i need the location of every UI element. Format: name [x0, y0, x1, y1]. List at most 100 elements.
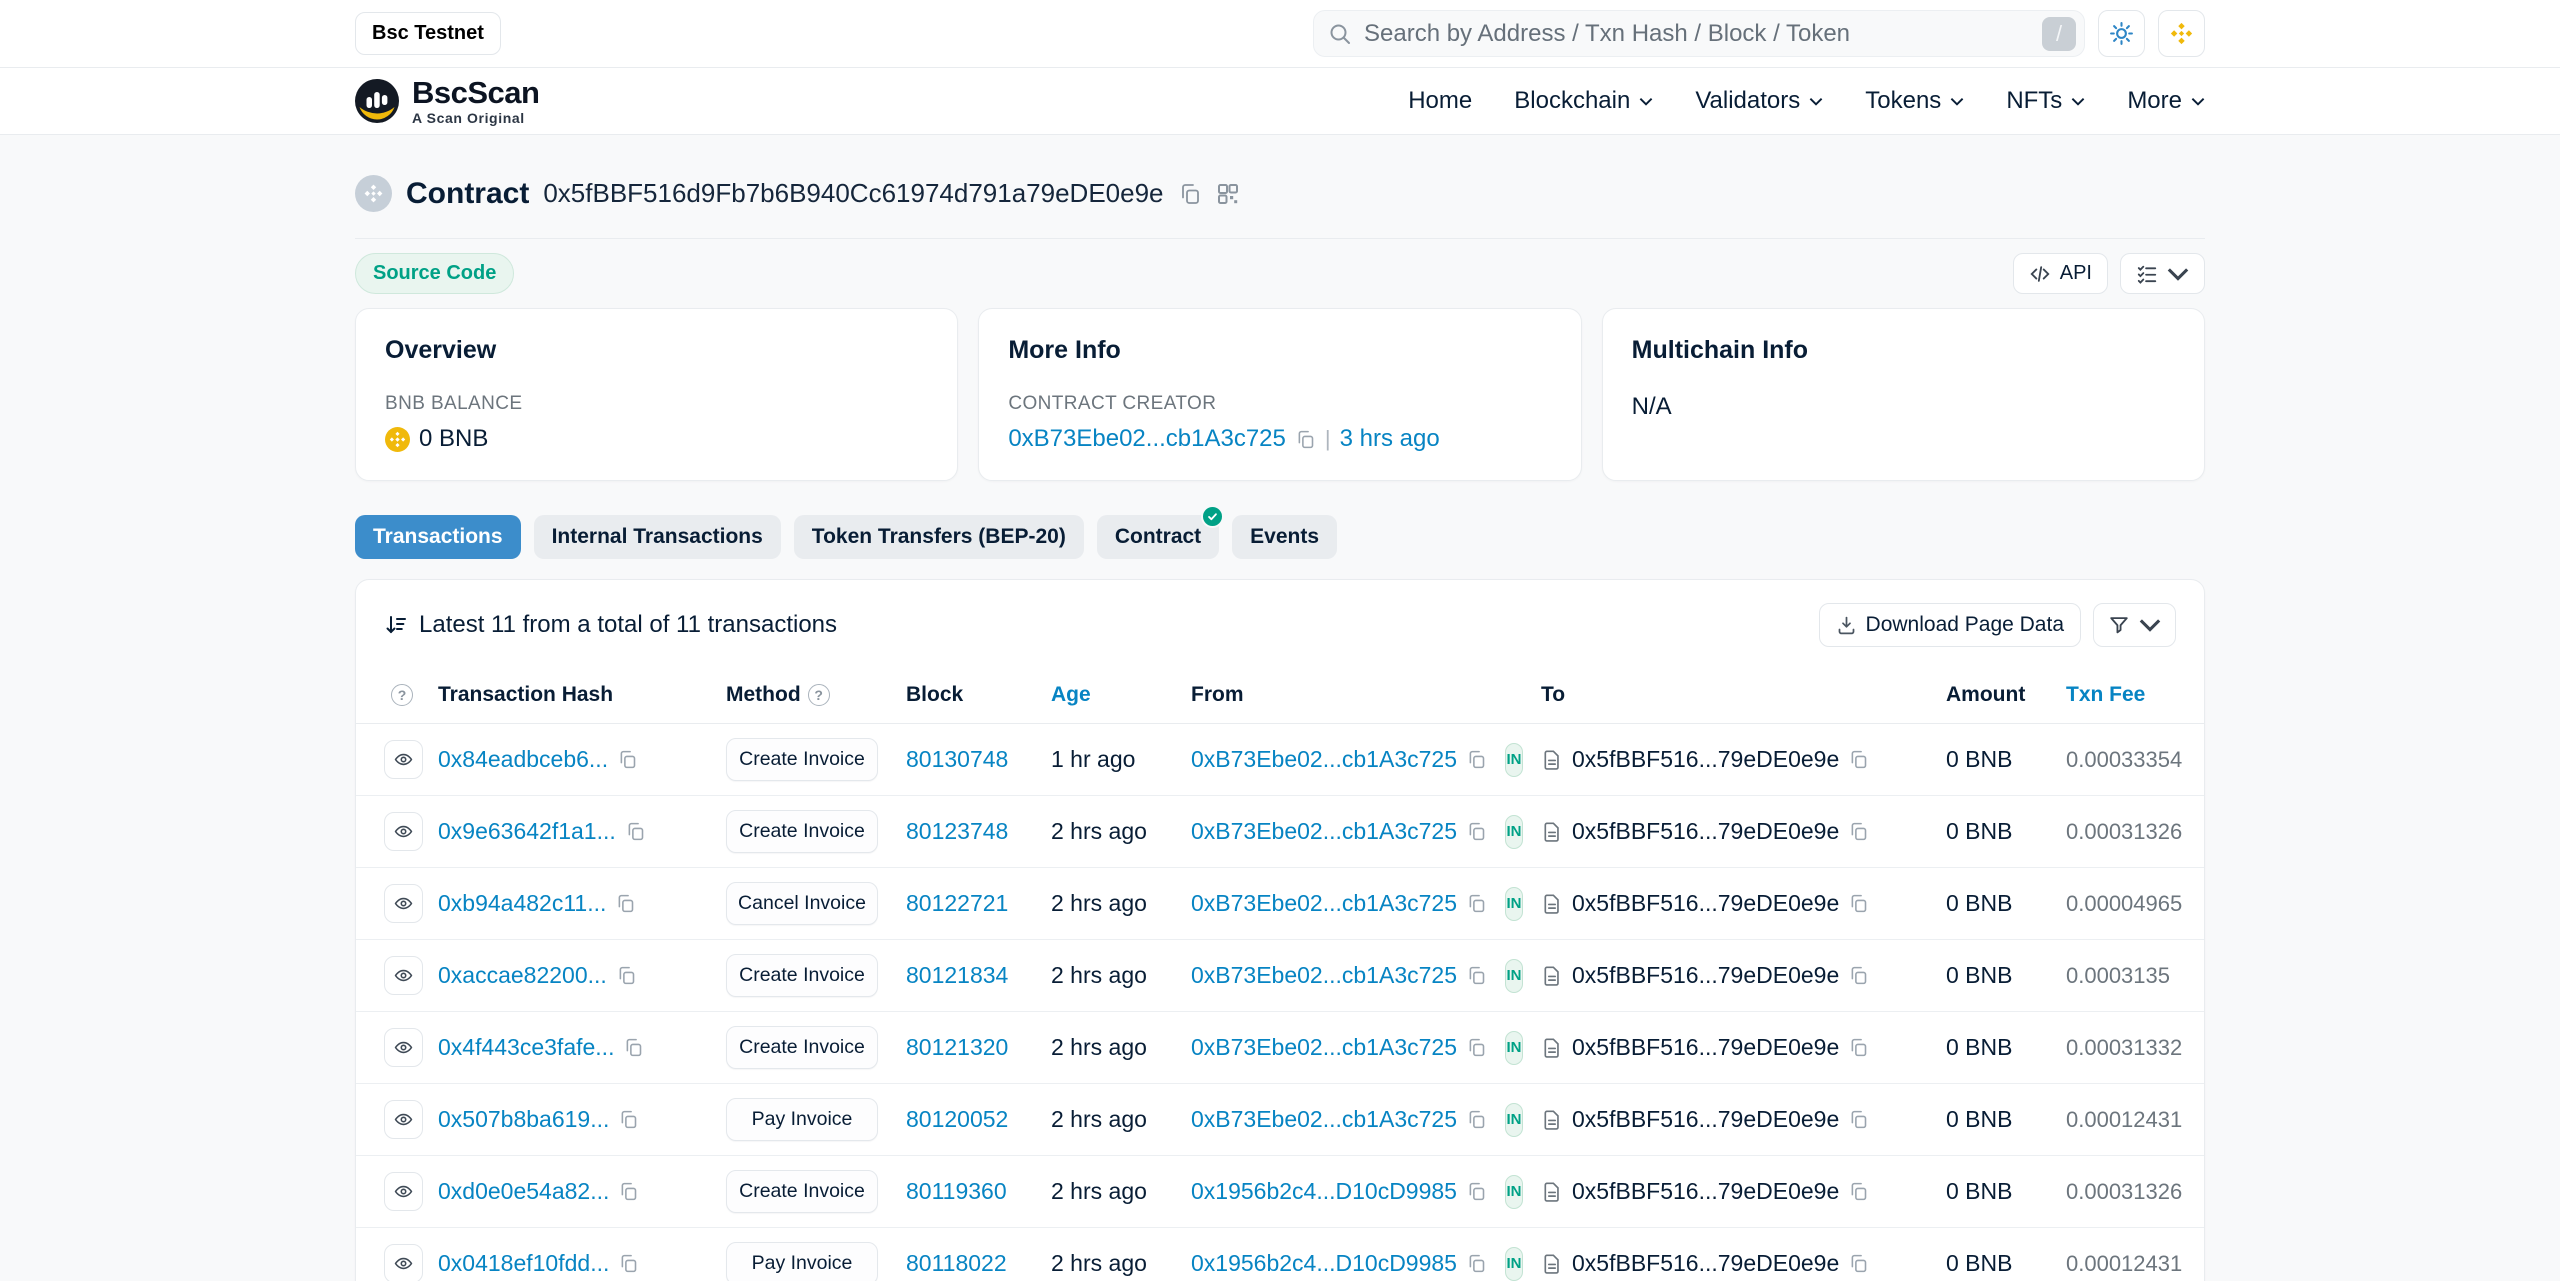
- method-badge[interactable]: Pay Invoice: [726, 1242, 878, 1281]
- copy-to-address-button[interactable]: [1848, 893, 1869, 914]
- copy-from-address-button[interactable]: [1466, 1181, 1487, 1202]
- copy-to-address-button[interactable]: [1848, 1181, 1869, 1202]
- from-address-link[interactable]: 0xB73Ebe02...cb1A3c725: [1191, 746, 1457, 773]
- block-link[interactable]: 80130748: [906, 746, 1008, 772]
- method-badge[interactable]: Pay Invoice: [726, 1098, 878, 1141]
- view-transaction-button[interactable]: [384, 812, 423, 851]
- copy-from-address-button[interactable]: [1466, 965, 1487, 986]
- copy-from-address-button[interactable]: [1466, 1037, 1487, 1058]
- block-link[interactable]: 80121320: [906, 1034, 1008, 1060]
- copy-to-address-button[interactable]: [1848, 1109, 1869, 1130]
- copy-creator-button[interactable]: [1295, 429, 1316, 450]
- view-transaction-button[interactable]: [384, 1100, 423, 1139]
- qr-code-button[interactable]: [1216, 182, 1240, 206]
- nav-item-blockchain[interactable]: Blockchain: [1514, 87, 1653, 115]
- tx-hash-link[interactable]: 0x9e63642f1a1...: [438, 818, 616, 845]
- copy-to-address-button[interactable]: [1848, 1253, 1869, 1274]
- block-link[interactable]: 80123748: [906, 818, 1008, 844]
- tx-hash-link[interactable]: 0xd0e0e54a82...: [438, 1178, 609, 1205]
- filter-button[interactable]: [2093, 603, 2176, 647]
- tx-hash-link[interactable]: 0xaccae82200...: [438, 962, 607, 989]
- tx-hash-link[interactable]: 0x84eadbceb6...: [438, 746, 608, 773]
- copy-from-address-button[interactable]: [1466, 1253, 1487, 1274]
- copy-tx-hash-button[interactable]: [618, 1181, 639, 1202]
- nav-item-tokens[interactable]: Tokens: [1865, 87, 1964, 115]
- block-link[interactable]: 80121834: [906, 962, 1008, 988]
- copy-to-address-button[interactable]: [1848, 965, 1869, 986]
- col-txn-fee[interactable]: Txn Fee: [2066, 667, 2205, 724]
- copy-tx-hash-button[interactable]: [618, 1253, 639, 1274]
- api-button[interactable]: API: [2013, 253, 2108, 294]
- tx-hash-link[interactable]: 0xb94a482c11...: [438, 890, 606, 917]
- tx-hash-link[interactable]: 0x507b8ba619...: [438, 1106, 609, 1133]
- block-link[interactable]: 80119360: [906, 1178, 1007, 1204]
- view-transaction-button[interactable]: [384, 740, 423, 779]
- copy-to-address-button[interactable]: [1848, 1037, 1869, 1058]
- bnb-network-button[interactable]: [2158, 10, 2205, 57]
- nav-item-more[interactable]: More: [2127, 87, 2205, 115]
- view-transaction-button[interactable]: [384, 1172, 423, 1211]
- copy-to-address-button[interactable]: [1848, 749, 1869, 770]
- copy-tx-hash-button[interactable]: [615, 893, 636, 914]
- bscscan-logo[interactable]: BscScan A Scan Original: [355, 77, 539, 125]
- help-icon[interactable]: ?: [808, 684, 830, 706]
- col-transaction-hash: Transaction Hash: [438, 667, 726, 724]
- tx-hash-link[interactable]: 0x4f443ce3fafe...: [438, 1034, 614, 1061]
- copy-tx-hash-button[interactable]: [625, 821, 646, 842]
- tx-hash-link[interactable]: 0x0418ef10fdd...: [438, 1250, 609, 1277]
- nav-item-validators[interactable]: Validators: [1695, 87, 1823, 115]
- tab-contract[interactable]: Contract: [1097, 515, 1219, 559]
- method-badge[interactable]: Create Invoice: [726, 1170, 878, 1213]
- to-address: 0x5fBBF516...79eDE0e9e: [1572, 1106, 1839, 1133]
- download-page-data-button[interactable]: Download Page Data: [1819, 603, 2081, 647]
- method-badge[interactable]: Cancel Invoice: [726, 882, 878, 925]
- copy-tx-hash-button[interactable]: [618, 1109, 639, 1130]
- tab-events[interactable]: Events: [1232, 515, 1337, 559]
- direction-badge: IN: [1505, 1247, 1523, 1281]
- nav-item-home[interactable]: Home: [1408, 87, 1472, 115]
- copy-tx-hash-button[interactable]: [623, 1037, 644, 1058]
- copy-from-address-button[interactable]: [1466, 749, 1487, 770]
- col-age[interactable]: Age: [1051, 667, 1191, 724]
- contract-address: 0x5fBBF516d9Fb7b6B940Cc61974d791a79eDE0e…: [543, 178, 1163, 209]
- method-badge[interactable]: Create Invoice: [726, 738, 878, 781]
- view-transaction-button[interactable]: [384, 1028, 423, 1067]
- from-address-link[interactable]: 0xB73Ebe02...cb1A3c725: [1191, 1106, 1457, 1133]
- network-badge[interactable]: Bsc Testnet: [355, 12, 501, 55]
- from-address-link[interactable]: 0x1956b2c4...D10cD9985: [1191, 1178, 1457, 1205]
- copy-from-address-button[interactable]: [1466, 1109, 1487, 1130]
- help-icon[interactable]: ?: [391, 684, 413, 706]
- from-address-link[interactable]: 0xB73Ebe02...cb1A3c725: [1191, 890, 1457, 917]
- method-badge[interactable]: Create Invoice: [726, 810, 878, 853]
- creator-address-link[interactable]: 0xB73Ebe02...cb1A3c725: [1008, 425, 1286, 453]
- view-transaction-button[interactable]: [384, 1244, 423, 1281]
- copy-tx-hash-button[interactable]: [616, 965, 637, 986]
- block-link[interactable]: 80120052: [906, 1106, 1008, 1132]
- copy-tx-hash-button[interactable]: [617, 749, 638, 770]
- copy-address-button[interactable]: [1178, 182, 1202, 206]
- source-code-badge[interactable]: Source Code: [355, 253, 514, 294]
- method-badge[interactable]: Create Invoice: [726, 954, 878, 997]
- nav-item-nfts[interactable]: NFTs: [2006, 87, 2085, 115]
- to-address: 0x5fBBF516...79eDE0e9e: [1572, 890, 1839, 917]
- display-options-button[interactable]: [2120, 253, 2205, 294]
- from-address-link[interactable]: 0x1956b2c4...D10cD9985: [1191, 1250, 1457, 1277]
- from-address-link[interactable]: 0xB73Ebe02...cb1A3c725: [1191, 1034, 1457, 1061]
- tab-token-transfers[interactable]: Token Transfers (BEP-20): [794, 515, 1084, 559]
- copy-to-address-button[interactable]: [1848, 821, 1869, 842]
- tab-transactions[interactable]: Transactions: [355, 515, 521, 559]
- from-address-link[interactable]: 0xB73Ebe02...cb1A3c725: [1191, 818, 1457, 845]
- search-input[interactable]: Search by Address / Txn Hash / Block / T…: [1313, 10, 2085, 57]
- copy-icon: [1848, 749, 1869, 770]
- copy-from-address-button[interactable]: [1466, 821, 1487, 842]
- block-link[interactable]: 80122721: [906, 890, 1008, 916]
- block-link[interactable]: 80118022: [906, 1250, 1007, 1276]
- view-transaction-button[interactable]: [384, 884, 423, 923]
- tab-internal-transactions[interactable]: Internal Transactions: [534, 515, 781, 559]
- method-badge[interactable]: Create Invoice: [726, 1026, 878, 1069]
- theme-toggle-button[interactable]: [2098, 10, 2145, 57]
- view-transaction-button[interactable]: [384, 956, 423, 995]
- creation-time-link[interactable]: 3 hrs ago: [1340, 425, 1440, 453]
- copy-from-address-button[interactable]: [1466, 893, 1487, 914]
- from-address-link[interactable]: 0xB73Ebe02...cb1A3c725: [1191, 962, 1457, 989]
